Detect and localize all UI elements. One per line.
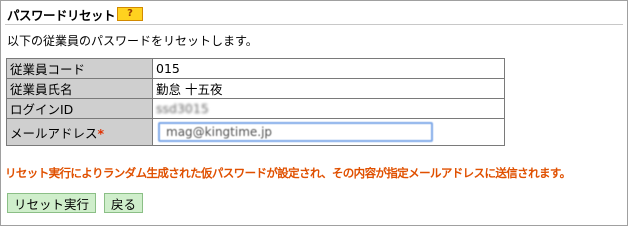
employee-code-label: 従業員コード (6, 58, 153, 79)
login-id-value: ssd3015 (152, 98, 505, 119)
page-title: パスワードリセット (7, 7, 116, 23)
login-id-label: ログインID (6, 98, 153, 119)
notice-text: リセット実行によりランダム生成された仮パスワードが設定され、その内容が指定メール… (5, 166, 571, 180)
table-row: 従業員氏名 勤怠 十五夜 (6, 78, 505, 99)
employee-info-table: 従業員コード 015 従業員氏名 勤怠 十五夜 ログインID ssd3015 メ… (6, 58, 505, 146)
table-row: 従業員コード 015 (6, 58, 505, 79)
employee-name-value: 勤怠 十五夜 (152, 78, 505, 99)
employee-name-label: 従業員氏名 (6, 78, 153, 99)
title-divider (5, 24, 623, 25)
button-row: リセット実行 戻る (7, 193, 144, 213)
title-row: パスワードリセット ? (7, 5, 144, 23)
description-text: 以下の従業員のパスワードをリセットします。 (7, 34, 258, 48)
password-reset-panel: パスワードリセット ? 以下の従業員のパスワードをリセットします。 従業員コード… (0, 0, 628, 226)
login-id-text: ssd3015 (156, 101, 209, 116)
reset-execute-button[interactable]: リセット実行 (7, 193, 97, 213)
email-input[interactable] (158, 122, 433, 142)
email-value-cell (152, 118, 505, 146)
email-label-cell: メールアドレス* (6, 118, 153, 146)
table-row: メールアドレス* (6, 118, 505, 146)
employee-code-value: 015 (152, 58, 505, 79)
back-button[interactable]: 戻る (104, 193, 144, 213)
table-row: ログインID ssd3015 (6, 98, 505, 119)
required-mark: * (97, 125, 105, 141)
email-label: メールアドレス (10, 125, 98, 141)
help-icon[interactable]: ? (117, 7, 144, 21)
